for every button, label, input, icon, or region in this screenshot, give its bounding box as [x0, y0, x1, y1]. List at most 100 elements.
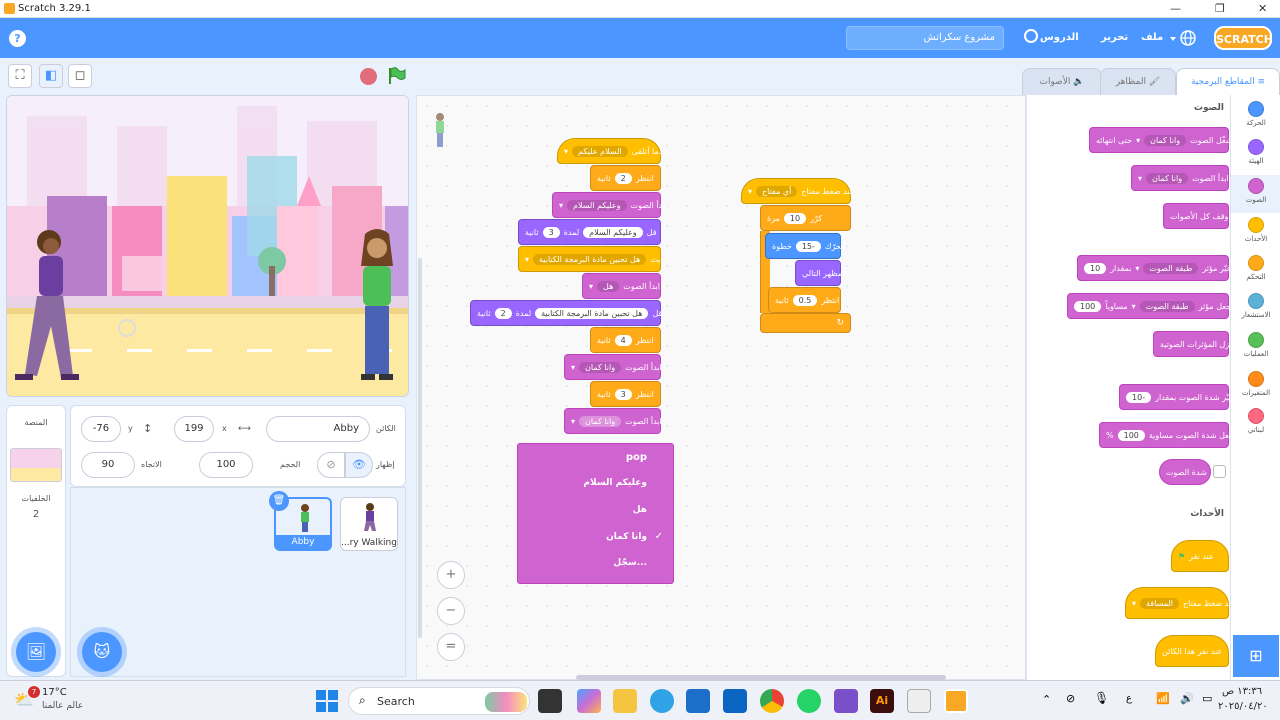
say-for-secs-block[interactable]: قل وعليكم السلام لمدة 3 ثانية: [518, 219, 661, 245]
volume-reporter[interactable]: شدة الصوت: [1159, 459, 1211, 485]
play-until-done-block[interactable]: شغّل الصوت وانا كمان ▾ حتى انتهائه: [1089, 127, 1233, 153]
start-sound-block[interactable]: ابدأ الصوت هل ▾: [582, 273, 661, 299]
fullscreen-button[interactable]: ⛶: [8, 64, 32, 88]
wait-block[interactable]: انتظر 3 ثانية: [590, 381, 661, 407]
small-stage-button[interactable]: ◧: [39, 64, 63, 88]
whatsapp-icon[interactable]: [797, 689, 821, 713]
weather-text[interactable]: عالم عالمنا: [42, 701, 83, 711]
category-sensing[interactable]: الاستشعار: [1231, 293, 1280, 319]
volume-checkbox[interactable]: [1213, 465, 1226, 478]
clock-date[interactable]: ٢٠٢٥/٠٤/٢٠: [1218, 701, 1268, 712]
walking-sprite[interactable]: [7, 226, 87, 386]
scratch-logo[interactable]: SCRATCH: [1214, 26, 1273, 50]
start-sound-block[interactable]: ابدأ الصوت وانا كمان ▾: [564, 408, 662, 434]
change-volume-block[interactable]: غيّر شدة الصوت بمقدار -10: [1119, 384, 1233, 410]
zoom-reset-icon[interactable]: =: [437, 633, 465, 661]
size-input[interactable]: 100: [199, 452, 253, 478]
set-effect-block[interactable]: اجعل مؤثر طبقة الصوت ▾ مساوياً 100: [1067, 293, 1233, 319]
visual-studio-icon[interactable]: [834, 689, 858, 713]
outlook-icon[interactable]: [723, 689, 747, 713]
direction-input[interactable]: 90: [81, 452, 135, 478]
weather-temp[interactable]: 17°C: [42, 687, 67, 698]
wait-block[interactable]: انتظر 2 ثانية: [590, 165, 661, 191]
repeat-block[interactable]: كرّر 10 مرة: [760, 205, 851, 231]
task-view-icon[interactable]: [538, 689, 562, 713]
sprite-tile-walking[interactable]: ...ry Walking: [340, 497, 398, 551]
next-costume-block[interactable]: المظهر التالي: [795, 260, 847, 286]
minimize-button[interactable]: —: [1170, 2, 1181, 15]
scratch-taskbar-icon[interactable]: [944, 689, 968, 713]
windows-start-icon[interactable]: [316, 690, 338, 712]
category-control[interactable]: التحكم: [1231, 255, 1280, 281]
add-extension-button[interactable]: ⊞: [1233, 635, 1279, 677]
code-workspace[interactable]: [416, 95, 1026, 680]
globe-icon[interactable]: [1168, 28, 1198, 48]
category-my-blocks[interactable]: لبناتي: [1231, 408, 1280, 434]
x-input[interactable]: 199: [174, 416, 214, 442]
store-icon[interactable]: [686, 689, 710, 713]
stage-scrollbar[interactable]: [418, 258, 422, 638]
when-flag-clicked-block[interactable]: عند نقر ⚑: [1171, 540, 1229, 572]
record-item[interactable]: سجّل...: [613, 558, 647, 568]
hide-icon[interactable]: ⊘: [317, 452, 345, 478]
say-for-secs-block[interactable]: قل هل تحبين مادة البرمجة الكتابية لمدة 2 ثان…: [470, 300, 662, 326]
sprite-name-input[interactable]: Abby: [266, 416, 370, 442]
language-indicator[interactable]: ع: [1126, 693, 1132, 704]
zoom-out-icon[interactable]: −: [437, 597, 465, 625]
stop-icon[interactable]: [360, 68, 377, 85]
category-sound[interactable]: الصوت: [1231, 175, 1280, 213]
clock-time[interactable]: ١٣:٣٦ ص: [1222, 686, 1262, 697]
green-flag-icon[interactable]: [386, 66, 406, 86]
clear-effects-block[interactable]: أزل المؤثرات الصوتية: [1153, 331, 1231, 357]
when-sprite-clicked-block[interactable]: عند نقر هذا الكائن: [1155, 635, 1229, 667]
y-input[interactable]: -76: [81, 416, 121, 442]
choose-sprite-button[interactable]: 🐱: [82, 632, 122, 672]
project-title-input[interactable]: مشروع سكراتش: [846, 26, 1004, 50]
tab-costumes[interactable]: المظاهر 🖌: [1100, 68, 1176, 95]
chrome-icon[interactable]: [760, 689, 784, 713]
snipping-tool-icon[interactable]: [907, 689, 931, 713]
large-stage-button[interactable]: ◻: [68, 64, 92, 88]
dropdown-item[interactable]: وعليكم السلام: [583, 478, 647, 488]
choose-backdrop-button[interactable]: 🖼: [16, 632, 56, 672]
file-menu[interactable]: ملف: [1141, 32, 1163, 43]
when-key-pressed-palette-block[interactable]: عند ضغط مفتاح المسافة ▾: [1125, 587, 1236, 619]
dropdown-item[interactable]: هل: [633, 505, 647, 515]
wait-block[interactable]: انتظر 0.5 ثانية: [768, 287, 841, 313]
edge-icon[interactable]: [650, 689, 674, 713]
category-motion[interactable]: الحركة: [1231, 101, 1280, 127]
tab-sounds[interactable]: الأصوات 🔈: [1022, 68, 1102, 95]
edit-menu[interactable]: تحرير: [1101, 32, 1128, 43]
when-receive-block[interactable]: عندما أتلقى السلام عليكم ▾: [557, 138, 670, 164]
battery-icon[interactable]: ▭: [1202, 692, 1212, 705]
dropdown-item-pop[interactable]: pop: [626, 452, 647, 463]
when-key-pressed-block[interactable]: عند ضغط مفتاح أي مفتاح ▾: [741, 178, 854, 204]
stop-all-sounds-block[interactable]: أوقف كل الأصوات: [1163, 203, 1231, 229]
start-sound-block[interactable]: ابدأ الصوت وانا كمان ▾: [564, 354, 662, 380]
tutorials-menu[interactable]: الدروس: [1040, 32, 1079, 43]
dropdown-item-selected[interactable]: وانا كمان: [606, 532, 647, 542]
copilot-icon[interactable]: [577, 689, 601, 713]
microphone-icon[interactable]: 🎙: [1094, 691, 1109, 705]
broadcast-block[interactable]: بث هل تحبين مادة البرمجة الكتابية ▾: [518, 246, 661, 272]
stage-thumbnail[interactable]: [10, 448, 62, 482]
taskbar-search-box[interactable]: ⌕ Search: [348, 687, 530, 715]
zoom-in-icon[interactable]: +: [437, 561, 465, 589]
set-volume-block[interactable]: اجعل شدة الصوت مساوية 100%: [1099, 422, 1236, 448]
close-button[interactable]: ✕: [1258, 2, 1267, 15]
illustrator-icon[interactable]: Ai: [870, 689, 894, 713]
show-visible-icon[interactable]: 👁: [345, 452, 373, 478]
sound-dropdown-menu[interactable]: pop وعليكم السلام هل وانا كمان ✓ سجّل...: [517, 443, 674, 584]
maximize-button[interactable]: ❐: [1215, 2, 1225, 15]
start-sound-palette-block[interactable]: ابدأ الصوت وانا كمان ▾: [1131, 165, 1229, 191]
category-operators[interactable]: العمليات: [1231, 332, 1280, 358]
volume-icon[interactable]: 🔊: [1180, 692, 1194, 705]
network-off-icon[interactable]: ⊘: [1066, 692, 1075, 705]
wifi-icon[interactable]: 📶: [1156, 692, 1170, 705]
tab-code[interactable]: المقاطع البرمجية ≡: [1176, 68, 1280, 95]
tray-chevron-icon[interactable]: ⌃: [1042, 693, 1051, 706]
category-variables[interactable]: المتغيرات: [1231, 371, 1280, 397]
category-looks[interactable]: الهيئة: [1231, 139, 1280, 165]
stage-canvas[interactable]: [6, 95, 409, 397]
category-events[interactable]: الأحداث: [1231, 217, 1280, 243]
